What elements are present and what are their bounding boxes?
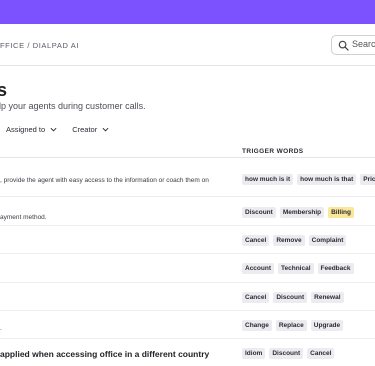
- creator-label: Creator: [72, 124, 98, 134]
- creator-filter[interactable]: Creator: [72, 123, 109, 135]
- trigger-word-list: Change Replace Upgrade: [242, 320, 344, 331]
- row-description: .: [0, 325, 2, 332]
- filter-bar: Assigned to Creator: [6, 123, 109, 135]
- row-description: , provide the agent with easy access to …: [0, 177, 209, 184]
- trigger-word-tag: Technical: [278, 263, 314, 274]
- trigger-word-list: Cancel Discount Renewal: [242, 292, 344, 303]
- trigger-word-tag: Price: [360, 174, 375, 185]
- table-row[interactable]: ayment method. Discount Membership Billing: [0, 197, 375, 226]
- trigger-word-tag: Membership: [279, 207, 325, 218]
- table-header: TRIGGER WORDS: [0, 143, 375, 158]
- table-row[interactable]: Account Technical Feedback: [0, 254, 375, 283]
- search-input[interactable]: [352, 39, 375, 49]
- trigger-word-tag: Cancel: [242, 235, 270, 246]
- trigger-word-tag: Idiom: [242, 348, 266, 359]
- row-description: applied when accessing office in a diffe…: [0, 349, 210, 359]
- row-description: ayment method.: [0, 214, 47, 221]
- trigger-word-tag: Change: [242, 320, 272, 331]
- trigger-word-list: Cancel Remove Complaint: [242, 235, 347, 246]
- trigger-word-tag: Upgrade: [310, 320, 344, 331]
- trigger-word-tag: Feedback: [317, 263, 354, 274]
- chevron-down-icon: [50, 127, 57, 132]
- trigger-word-tag: Remove: [273, 235, 305, 246]
- sub-header: FFICE / DIALPAD AI: [0, 24, 375, 66]
- trigger-word-tag: Cancel: [307, 348, 335, 359]
- table-row[interactable]: Cancel Remove Complaint: [0, 226, 375, 254]
- trigger-word-tag: Billing: [328, 207, 354, 218]
- trigger-word-list: Account Technical Feedback: [242, 263, 354, 274]
- trigger-word-list: Discount Membership Billing: [242, 207, 354, 218]
- trigger-word-tag: Renewal: [311, 292, 344, 303]
- trigger-word-tag: Complaint: [308, 235, 347, 246]
- trigger-word-tag: how much is it: [242, 174, 294, 185]
- table-row[interactable]: applied when accessing office in a diffe…: [0, 339, 375, 366]
- chevron-down-icon: [102, 127, 109, 132]
- trigger-word-tag: Discount: [242, 207, 276, 218]
- table-row[interactable]: . Change Replace Upgrade: [0, 311, 375, 339]
- trigger-word-tag: Discount: [273, 292, 308, 303]
- trigger-word-tag: Account: [242, 263, 274, 274]
- assigned-to-filter[interactable]: Assigned to: [6, 123, 57, 135]
- trigger-word-tag: Discount: [269, 348, 304, 359]
- trigger-word-tag: how much is that: [297, 174, 357, 185]
- trigger-word-tag: Cancel: [242, 292, 270, 303]
- table-row[interactable]: , provide the agent with easy access to …: [0, 159, 375, 197]
- breadcrumb[interactable]: FFICE / DIALPAD AI: [0, 41, 79, 50]
- trigger-word-list: how much is ithow much is thatPrice: [242, 174, 375, 185]
- search-icon: [338, 40, 349, 51]
- table-row[interactable]: Cancel Discount Renewal: [0, 283, 375, 311]
- page-title: ds: [0, 80, 8, 100]
- top-bar: [0, 0, 375, 24]
- page-subtitle: elp your agents during customer calls.: [0, 101, 146, 111]
- trigger-word-list: Idiom Discount Cancel: [242, 348, 335, 359]
- trigger-word-tag: Replace: [275, 320, 307, 331]
- search-box[interactable]: [331, 35, 375, 55]
- assigned-to-label: Assigned to: [6, 124, 46, 134]
- trigger-words-header: TRIGGER WORDS: [242, 148, 304, 155]
